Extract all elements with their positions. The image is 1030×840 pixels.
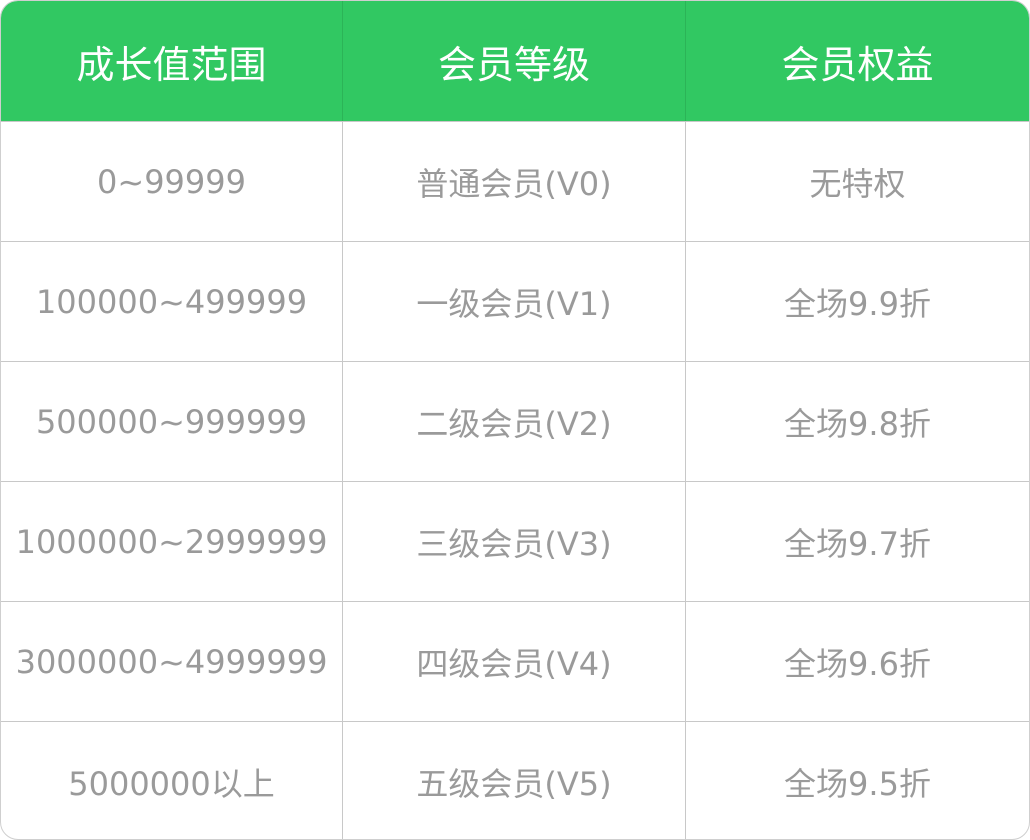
growth-range-cell: 3000000~4999999 [1,602,343,721]
table-row: 100000~499999 一级会员(V1) 全场9.9折 [1,241,1029,361]
member-level-cell: 一级会员(V1) [343,242,686,361]
header-member-benefits: 会员权益 [781,42,934,87]
table-row: 5000000以上 五级会员(V5) 全场9.5折 [1,721,1029,839]
membership-table: 成长值范围 会员等级 会员权益 0~99999 普通会员(V0) 无特权 100… [0,0,1030,840]
header-growth-range: 成长值范围 [1,1,343,121]
table-row: 3000000~4999999 四级会员(V4) 全场9.6折 [1,601,1029,721]
member-level-cell: 四级会员(V4) [343,602,686,721]
growth-range-cell: 100000~499999 [1,242,343,361]
growth-range-cell: 0~99999 [1,122,343,241]
growth-range-cell: 500000~999999 [1,362,343,481]
member-benefit-cell: 全场9.9折 [784,284,931,323]
table-row: 0~99999 普通会员(V0) 无特权 [1,121,1029,241]
member-level-cell: 三级会员(V3) [343,482,686,601]
growth-range-cell: 5000000以上 [1,722,343,839]
member-level-cell: 普通会员(V0) [343,122,686,241]
member-benefit-cell: 全场9.8折 [784,404,931,443]
member-benefit-cell: 无特权 [809,164,906,203]
member-level-cell: 二级会员(V2) [343,362,686,481]
member-benefit-cell: 全场9.7折 [784,524,931,563]
growth-range-cell: 1000000~2999999 [1,482,343,601]
table-row: 1000000~2999999 三级会员(V3) 全场9.7折 [1,481,1029,601]
header-member-level: 会员等级 [343,1,686,121]
member-benefit-cell: 全场9.6折 [784,644,931,683]
table-header-row: 成长值范围 会员等级 会员权益 [1,1,1029,121]
member-benefit-cell: 全场9.5折 [784,764,931,803]
table-row: 500000~999999 二级会员(V2) 全场9.8折 [1,361,1029,481]
member-level-cell: 五级会员(V5) [343,722,686,839]
